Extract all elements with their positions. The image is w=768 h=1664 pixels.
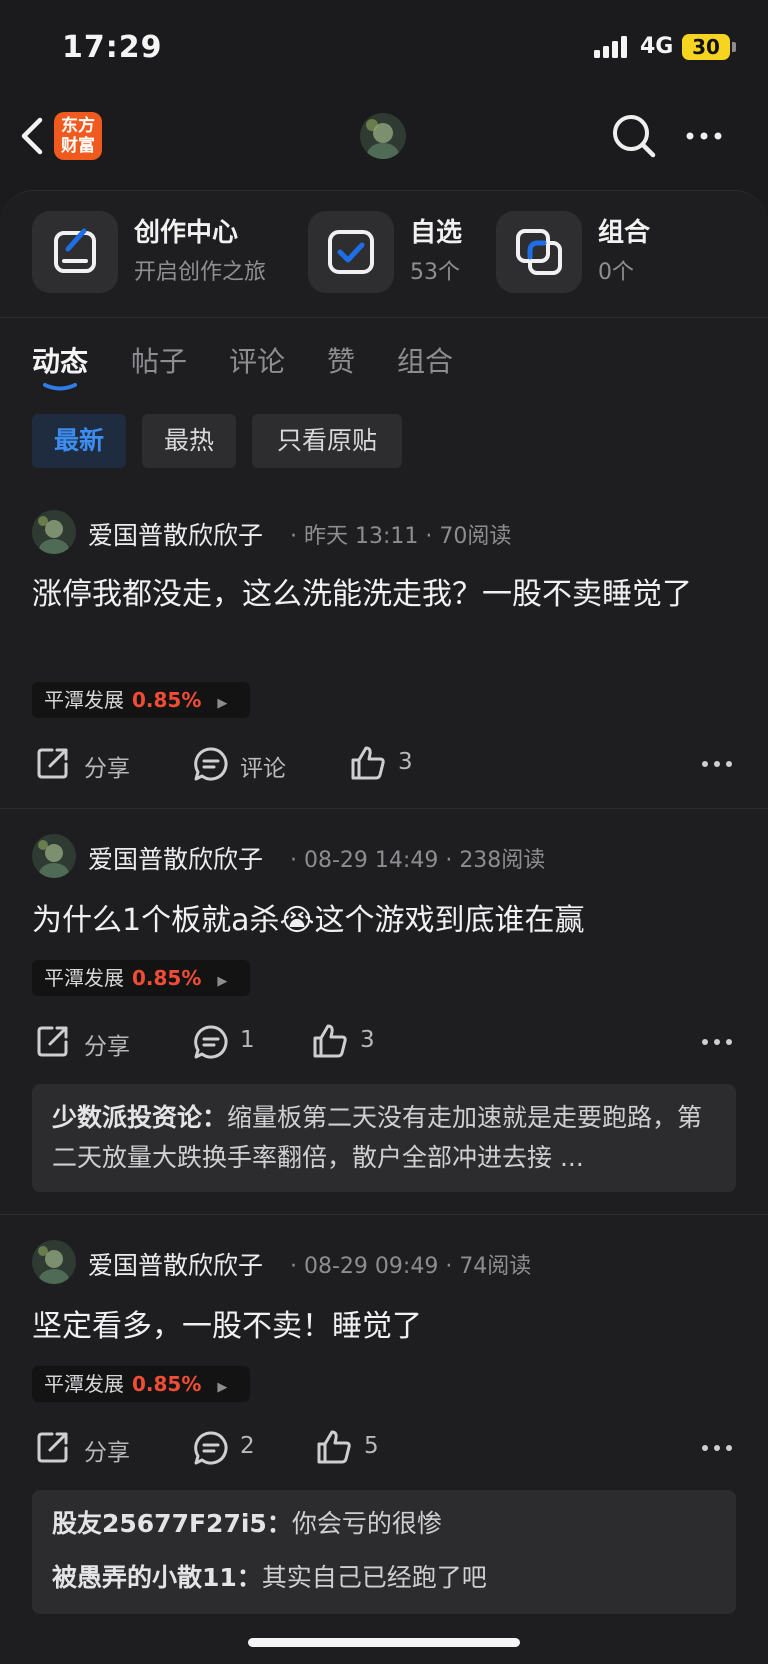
- reply-text: 其实自己已经跑了吧: [261, 1563, 487, 1592]
- stock-name: 平潭发展: [44, 966, 124, 990]
- share-icon[interactable]: [36, 746, 70, 780]
- creator-center-button[interactable]: [32, 211, 118, 293]
- creator-center-subtitle: 开启创作之旅: [134, 260, 267, 285]
- section-divider: [0, 317, 768, 318]
- tab-posts[interactable]: 帖子: [131, 340, 187, 380]
- share-label[interactable]: 分享: [84, 1433, 130, 1467]
- stock-tag[interactable]: 平潭发展 0.85% ▶: [32, 1366, 250, 1402]
- comment-label[interactable]: 评论: [240, 749, 286, 783]
- like-count: 3: [398, 749, 413, 775]
- watchlist-button[interactable]: [308, 211, 394, 293]
- post-author[interactable]: 爱国普散欣欣子: [88, 516, 263, 552]
- post-time: 08-29 14:49: [304, 848, 439, 873]
- app-logo[interactable]: 东方 财富: [54, 112, 102, 160]
- filter-hottest[interactable]: 最热: [142, 414, 236, 468]
- post-content[interactable]: 涨停我都没走，这么洗能洗走我？一股不卖睡觉了: [32, 568, 736, 622]
- post-meta: · 08-29 14:49 · 238阅读: [290, 848, 546, 873]
- portfolio-icon: [516, 229, 562, 275]
- edit-icon: [54, 228, 96, 273]
- reply-preview[interactable]: 少数派投资论：缩量板第二天没有走加速就是走要跑路，第二天放量大跌换手率翻倍，散户…: [32, 1084, 736, 1192]
- portfolio-button[interactable]: [496, 211, 582, 293]
- watchlist-count: 53个: [410, 260, 460, 285]
- post-author[interactable]: 爱国普散欣欣子: [88, 840, 263, 876]
- home-indicator[interactable]: [248, 1638, 520, 1647]
- back-button[interactable]: [18, 114, 48, 158]
- caret-right-icon: ▶: [217, 1380, 228, 1395]
- post-content[interactable]: 为什么1个板就a杀😭这个游戏到底谁在赢: [32, 894, 736, 948]
- status-time: 17:29: [62, 30, 163, 65]
- signal-icon: [594, 36, 630, 58]
- post-reads: 70阅读: [439, 524, 512, 549]
- comment-icon[interactable]: [193, 746, 229, 782]
- reply-item: 被愚弄的小散11：其实自己已经跑了吧: [52, 1558, 487, 1594]
- avatar[interactable]: [32, 1240, 76, 1284]
- more-options-icon[interactable]: [700, 1030, 734, 1054]
- comment-count: 1: [240, 1027, 255, 1053]
- share-label[interactable]: 分享: [84, 749, 130, 783]
- post-divider: [0, 808, 768, 809]
- network-label: 4G: [640, 34, 674, 59]
- post-reads: 238阅读: [459, 848, 546, 873]
- creator-center-title: 创作中心: [134, 218, 239, 248]
- watchlist-title: 自选: [410, 218, 463, 248]
- more-options-icon[interactable]: [700, 1436, 734, 1460]
- avatar[interactable]: [32, 834, 76, 878]
- post-meta: · 昨天 13:11 · 70阅读: [290, 524, 512, 549]
- reply-user[interactable]: 少数派投资论：: [52, 1103, 227, 1132]
- stock-change: 0.85%: [132, 1372, 202, 1396]
- logo-text-line2: 财富: [61, 136, 95, 156]
- post-time: 08-29 09:49: [304, 1254, 439, 1279]
- filter-latest[interactable]: 最新: [32, 414, 126, 468]
- logo-text-line1: 东方: [61, 116, 95, 136]
- share-icon[interactable]: [36, 1430, 70, 1464]
- share-label[interactable]: 分享: [84, 1027, 130, 1061]
- share-icon[interactable]: [36, 1024, 70, 1058]
- reply-item: 股友25677F27i5：你会亏的很惨: [52, 1504, 442, 1540]
- more-options-icon[interactable]: [700, 752, 734, 776]
- comment-icon[interactable]: [193, 1430, 229, 1466]
- status-bar: 17:29 4G 30: [0, 0, 768, 100]
- filter-original-only[interactable]: 只看原贴: [252, 414, 402, 468]
- battery-cap: [732, 42, 736, 52]
- tab-active-indicator: [42, 382, 78, 392]
- post-divider: [0, 1214, 768, 1215]
- avatar[interactable]: [360, 113, 406, 159]
- like-count: 3: [360, 1027, 375, 1053]
- battery-icon: 30: [682, 34, 730, 60]
- stock-name: 平潭发展: [44, 688, 124, 712]
- reply-item: 少数派投资论：缩量板第二天没有走加速就是走要跑路，第二天放量大跌换手率翻倍，散户…: [32, 1084, 736, 1178]
- more-options-icon[interactable]: [682, 124, 730, 148]
- caret-right-icon: ▶: [217, 696, 228, 711]
- comment-icon[interactable]: [193, 1024, 229, 1060]
- like-icon[interactable]: [350, 745, 386, 781]
- stock-change: 0.85%: [132, 966, 202, 990]
- tab-dynamics[interactable]: 动态: [32, 340, 88, 380]
- stock-change: 0.85%: [132, 688, 202, 712]
- stock-tag[interactable]: 平潭发展 0.85% ▶: [32, 960, 250, 996]
- like-count: 5: [364, 1433, 379, 1459]
- checkbox-icon: [328, 230, 374, 274]
- like-icon[interactable]: [316, 1429, 352, 1465]
- avatar[interactable]: [32, 510, 76, 554]
- reply-preview[interactable]: 股友25677F27i5：你会亏的很惨 被愚弄的小散11：其实自己已经跑了吧: [32, 1490, 736, 1614]
- search-icon[interactable]: [610, 112, 658, 160]
- caret-right-icon: ▶: [217, 974, 228, 989]
- tab-likes[interactable]: 赞: [327, 340, 355, 380]
- portfolio-count: 0个: [598, 260, 634, 285]
- comment-count: 2: [240, 1433, 255, 1459]
- like-icon[interactable]: [312, 1023, 348, 1059]
- reply-user[interactable]: 股友25677F27i5：: [52, 1509, 292, 1538]
- post-meta: · 08-29 09:49 · 74阅读: [290, 1254, 532, 1279]
- stock-name: 平潭发展: [44, 1372, 124, 1396]
- portfolio-title: 组合: [598, 218, 651, 248]
- tab-comments[interactable]: 评论: [229, 340, 285, 380]
- post-author[interactable]: 爱国普散欣欣子: [88, 1246, 263, 1282]
- tab-portfolio[interactable]: 组合: [397, 340, 453, 380]
- reply-user[interactable]: 被愚弄的小散11：: [52, 1563, 262, 1592]
- reply-text: 你会亏的很惨: [291, 1509, 442, 1538]
- stock-tag[interactable]: 平潭发展 0.85% ▶: [32, 682, 250, 718]
- post-content[interactable]: 坚定看多，一股不卖！睡觉了: [32, 1300, 736, 1354]
- post-time: 昨天 13:11: [304, 524, 419, 549]
- post-reads: 74阅读: [459, 1254, 532, 1279]
